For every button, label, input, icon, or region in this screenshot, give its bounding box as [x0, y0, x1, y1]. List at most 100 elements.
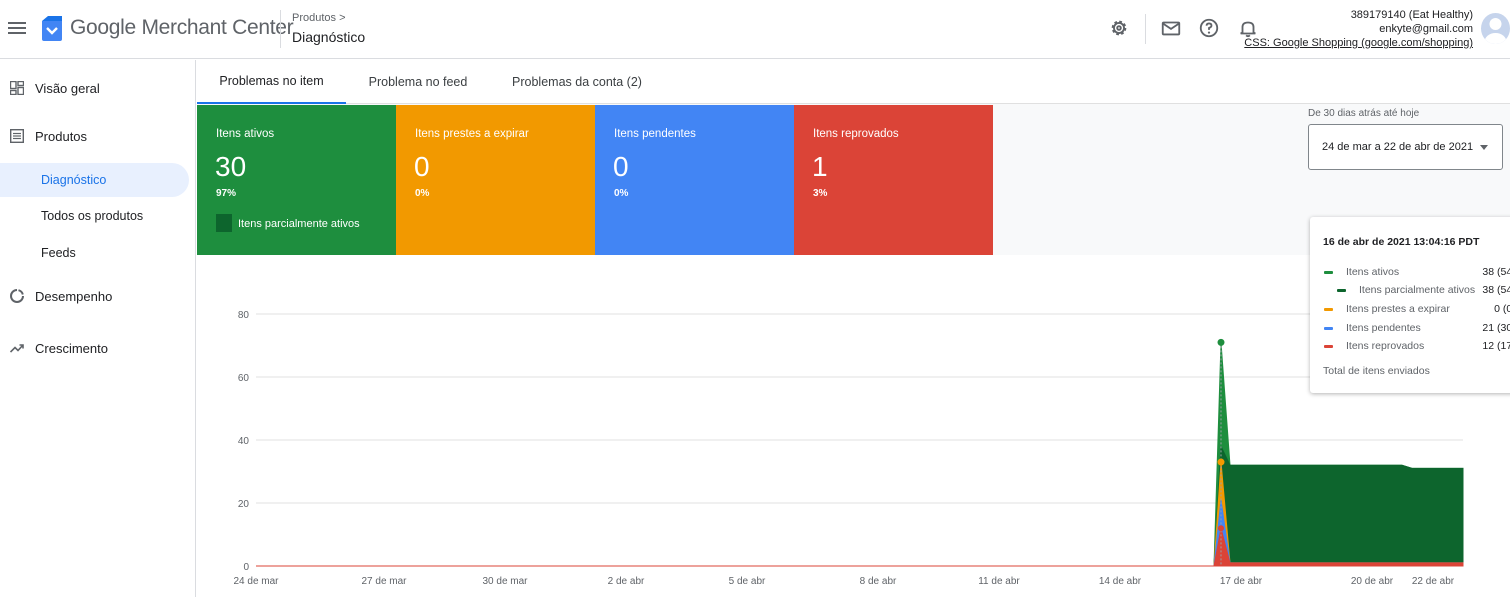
- y-tick-label: 60: [238, 373, 250, 384]
- tab-problema-no-feed[interactable]: Problema no feed: [355, 60, 481, 104]
- main-content: Problemas no item Problema no feed Probl…: [197, 60, 1510, 597]
- x-tick-label: 30 de mar: [482, 576, 528, 587]
- y-tick-label: 0: [243, 562, 249, 573]
- tooltip-row: Itens ativos 38 (54%): [1323, 266, 1510, 280]
- y-tick-label: 80: [238, 310, 250, 321]
- series-area-itens-parcialmente-ativos: [256, 446, 1464, 567]
- x-tick-label: 11 de abr: [978, 576, 1020, 587]
- tooltip-row-value: 38 (54%): [1482, 284, 1510, 296]
- sidebar-item-diagnostico[interactable]: Diagnóstico: [0, 163, 189, 197]
- merchant-center-logo: [42, 16, 62, 41]
- help-icon[interactable]: [1198, 17, 1220, 39]
- card-itens-pendentes[interactable]: Itens pendentes 0 0%: [595, 105, 794, 255]
- product-name: Google Merchant Center: [70, 16, 294, 39]
- account-info[interactable]: 389179140 (Eat Healthy) enkyte@gmail.com…: [1244, 8, 1473, 50]
- dashboard-icon: [10, 81, 24, 95]
- tooltip-row: Itens parcialmente ativos 38 (54%): [1323, 284, 1510, 298]
- card-itens-prestes-a-expirar[interactable]: Itens prestes a expirar 0 0%: [396, 105, 595, 255]
- tooltip-row: Itens pendentes 21 (30%): [1323, 322, 1510, 336]
- tooltip-row-value: 12 (17%): [1482, 340, 1510, 352]
- legend-swatch: [216, 214, 232, 232]
- card-itens-ativos[interactable]: Itens ativos 30 97% Itens parcialmente a…: [197, 105, 396, 255]
- card-percent: 3%: [813, 188, 828, 199]
- x-tick-label: 14 de abr: [1099, 576, 1142, 587]
- x-tick-label: 27 de mar: [361, 576, 407, 587]
- status-cards: Itens ativos 30 97% Itens parcialmente a…: [197, 105, 993, 255]
- date-range-select[interactable]: 24 de mar a 22 de abr de 2021: [1308, 124, 1503, 170]
- dropdown-arrow-icon: [1480, 145, 1488, 150]
- card-value: 30: [215, 151, 247, 182]
- tooltip-row-name: Itens prestes a expirar: [1346, 303, 1450, 315]
- legend-label: Itens parcialmente ativos: [238, 218, 360, 230]
- series-dash: [1324, 271, 1333, 274]
- series-dash: [1324, 345, 1333, 348]
- series-dash: [1324, 308, 1333, 311]
- gear-icon[interactable]: [1108, 17, 1130, 39]
- chart-tooltip: 16 de abr de 2021 13:04:16 PDT Itens ati…: [1310, 217, 1510, 393]
- tab-problemas-no-item[interactable]: Problemas no item: [197, 60, 346, 104]
- sidebar-item-crescimento[interactable]: Crescimento: [0, 331, 190, 365]
- avatar-person-icon: [1484, 18, 1507, 44]
- x-tick-label: 5 de abr: [729, 576, 766, 587]
- tab-bar: Problemas no item Problema no feed Probl…: [197, 60, 1510, 104]
- account-css: CSS: Google Shopping (google.com/shoppin…: [1244, 37, 1473, 49]
- card-percent: 0%: [614, 188, 629, 199]
- chevron-right-icon: >: [339, 12, 346, 24]
- card-percent: 97%: [216, 188, 237, 199]
- card-title: Itens ativos: [216, 128, 275, 140]
- x-tick-label: 8 de abr: [860, 576, 897, 587]
- hover-point-itens-reprovados: [1218, 525, 1224, 532]
- trending-up-icon: [10, 344, 24, 353]
- sidebar: Visão geral Produtos Diagnóstico Todos o…: [0, 60, 196, 597]
- card-itens-reprovados[interactable]: Itens reprovados 1 3%: [794, 105, 993, 255]
- list-icon: [10, 129, 24, 143]
- account-id: 389179140 (Eat Healthy): [1350, 9, 1473, 21]
- donut-chart-icon: [10, 289, 24, 303]
- series-dash: [1337, 289, 1346, 292]
- x-tick-label: 20 de abr: [1351, 576, 1394, 587]
- x-tick-label: 24 de mar: [233, 576, 279, 587]
- x-tick-label: 2 de abr: [608, 576, 645, 587]
- menu-icon[interactable]: [8, 19, 26, 35]
- sidebar-item-label: Produtos: [35, 128, 88, 144]
- x-tick-label: 17 de abr: [1220, 576, 1263, 587]
- sidebar-item-desempenho[interactable]: Desempenho: [0, 279, 190, 313]
- tooltip-row-value: 21 (30%): [1482, 322, 1510, 334]
- tooltip-row-value: 38 (54%): [1482, 266, 1510, 278]
- date-range-value: 24 de mar a 22 de abr de 2021: [1322, 141, 1474, 153]
- account-email: enkyte@gmail.com: [1379, 23, 1473, 35]
- sidebar-item-produtos[interactable]: Produtos: [0, 119, 190, 153]
- sidebar-item-label: Desempenho: [35, 288, 113, 304]
- y-tick-label: 20: [238, 499, 250, 510]
- hover-point-itens-prestes-a-expirar: [1217, 458, 1225, 466]
- sidebar-item-todos-os-produtos[interactable]: Todos os produtos: [0, 199, 189, 233]
- tooltip-row: Itens prestes a expirar 0 (0%): [1323, 303, 1510, 317]
- sidebar-item-label: Diagnóstico: [41, 173, 107, 187]
- tooltip-total-label: Total de itens enviados: [1323, 365, 1430, 377]
- card-title: Itens pendentes: [614, 128, 696, 140]
- app-header: Google Merchant Center Produtos > Diagnó…: [0, 0, 1510, 59]
- tooltip-row-value: 0 (0%): [1494, 303, 1510, 315]
- sidebar-item-label: Todos os produtos: [41, 209, 144, 223]
- card-title: Itens reprovados: [813, 128, 899, 140]
- header-divider: [280, 10, 281, 48]
- date-range-label: De 30 dias atrás até hoje: [1308, 108, 1420, 119]
- tooltip-row-name: Itens ativos: [1346, 266, 1400, 278]
- breadcrumb-parent[interactable]: Produtos: [292, 12, 336, 24]
- breadcrumb[interactable]: Produtos >: [292, 12, 346, 24]
- page-title: Diagnóstico: [292, 29, 366, 45]
- card-value: 0: [414, 151, 430, 182]
- tab-problemas-da-conta[interactable]: Problemas da conta (2): [503, 60, 651, 104]
- card-percent: 0%: [415, 188, 430, 199]
- sidebar-item-label: Visão geral: [35, 80, 100, 96]
- mail-icon[interactable]: [1160, 17, 1182, 39]
- tooltip-row-name: Itens pendentes: [1346, 322, 1421, 334]
- sidebar-item-feeds[interactable]: Feeds: [0, 236, 189, 270]
- card-value: 1: [812, 151, 828, 182]
- avatar[interactable]: [1481, 13, 1510, 44]
- sidebar-item-visao-geral[interactable]: Visão geral: [0, 71, 190, 105]
- card-value: 0: [613, 151, 629, 182]
- icons-divider: [1145, 14, 1146, 44]
- y-tick-label: 40: [238, 436, 250, 447]
- tooltip-total: Total de itens enviados 71: [1323, 365, 1510, 377]
